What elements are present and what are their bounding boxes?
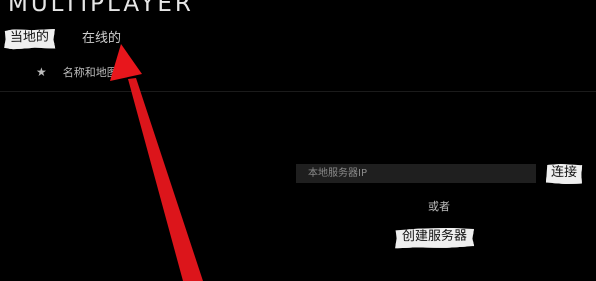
sort-header[interactable]: ★ 名称和地图: [36, 63, 118, 81]
or-label: 或者: [428, 200, 450, 213]
create-server-button[interactable]: 创建服务器: [395, 228, 474, 249]
tab-local[interactable]: 当地的: [4, 29, 55, 50]
star-icon: ★: [36, 65, 47, 79]
divider: [0, 91, 596, 92]
tab-online[interactable]: 在线的: [82, 30, 121, 48]
connect-button[interactable]: 连接: [546, 164, 582, 185]
page-title: MULTIPLAYER: [8, 0, 194, 17]
sort-label: 名称和地图: [62, 66, 118, 79]
server-ip-input[interactable]: [296, 164, 536, 183]
multiplayer-screen: MULTIPLAYER 当地的 在线的 ★ 名称和地图 连接 或者 创建服务器: [0, 0, 596, 281]
